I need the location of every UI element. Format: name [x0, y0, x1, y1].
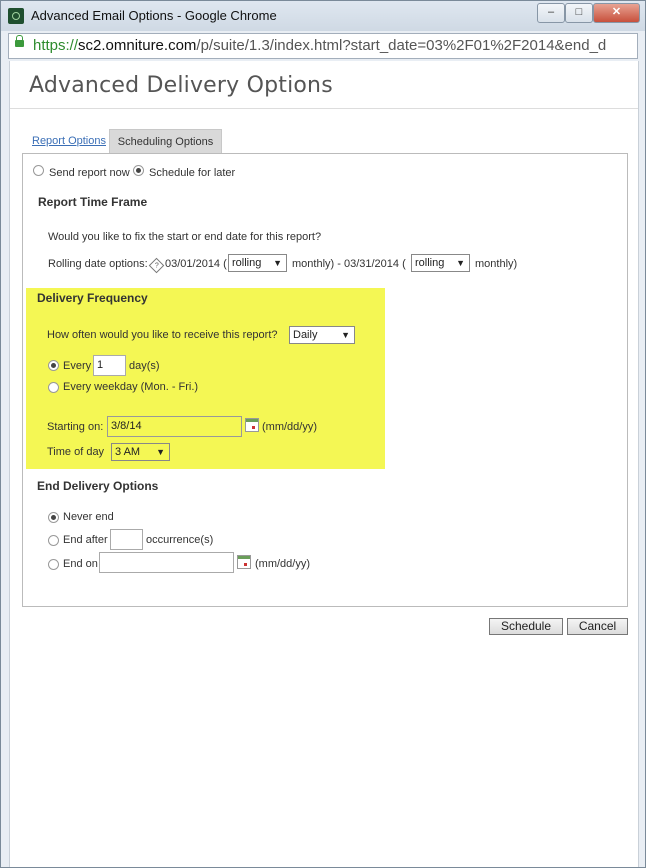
- start-date-format: (mm/dd/yy): [262, 421, 317, 433]
- url-text: https://sc2.omniture.com/p/suite/1.3/ind…: [33, 37, 607, 54]
- chevron-down-icon: ▼: [456, 258, 465, 268]
- end-on-label: End on: [63, 558, 98, 570]
- occurrences-unit-label: occurrence(s): [146, 534, 214, 546]
- frequency-select[interactable]: Daily ▼: [289, 326, 355, 344]
- send-now-label: Send report now: [49, 167, 130, 179]
- every-label: Every: [63, 360, 92, 372]
- calendar-icon[interactable]: [245, 418, 259, 432]
- minimize-button[interactable]: –: [537, 3, 565, 23]
- page-title: Advanced Delivery Options: [29, 73, 333, 98]
- cancel-button[interactable]: Cancel: [567, 618, 628, 635]
- never-end-label: Never end: [63, 511, 114, 523]
- end-delivery-heading: End Delivery Options: [37, 479, 159, 493]
- every-days-input[interactable]: 1: [93, 355, 126, 376]
- chevron-down-icon: ▼: [273, 258, 282, 268]
- every-weekday-radio[interactable]: [48, 382, 59, 393]
- dialog-page: Advanced Delivery Options Report Options…: [9, 61, 639, 867]
- window-title: Advanced Email Options - Google Chrome: [31, 8, 277, 23]
- end-date-format: (mm/dd/yy): [255, 558, 310, 570]
- frequency-question: How often would you like to receive this…: [47, 329, 278, 341]
- tab-report-options[interactable]: Report Options: [32, 135, 106, 147]
- start-rolling-select[interactable]: rolling ▼: [228, 254, 287, 272]
- end-suffix-text: monthly): [475, 258, 518, 270]
- end-after-radio[interactable]: [48, 535, 59, 546]
- tab-scheduling-options[interactable]: Scheduling Options: [109, 129, 222, 154]
- delivery-frequency-highlight: [26, 288, 385, 469]
- time-of-day-select[interactable]: 3 AM ▼: [111, 443, 170, 461]
- address-bar[interactable]: https://sc2.omniture.com/p/suite/1.3/ind…: [8, 33, 638, 59]
- maximize-button[interactable]: □: [565, 3, 593, 23]
- browser-window: Advanced Email Options - Google Chrome –…: [0, 0, 646, 868]
- app-icon: [8, 8, 24, 24]
- start-suffix-text: monthly) - 03/31/2014 (: [292, 258, 406, 270]
- starting-on-label: Starting on:: [47, 421, 104, 433]
- never-end-radio[interactable]: [48, 512, 59, 523]
- time-frame-heading: Report Time Frame: [38, 195, 148, 209]
- delivery-frequency-heading: Delivery Frequency: [37, 291, 148, 305]
- close-button[interactable]: ✕: [593, 3, 640, 23]
- days-unit-label: day(s): [129, 360, 160, 372]
- rolling-options-label: Rolling date options:: [48, 258, 148, 270]
- help-icon[interactable]: ?: [148, 257, 165, 274]
- schedule-button[interactable]: Schedule: [489, 618, 563, 635]
- schedule-later-label: Schedule for later: [149, 167, 236, 179]
- start-date-text: 03/01/2014 (: [165, 258, 227, 270]
- occurrences-input[interactable]: [110, 529, 143, 550]
- chevron-down-icon: ▼: [341, 330, 350, 340]
- divider: [10, 108, 638, 109]
- chevron-down-icon: ▼: [156, 447, 165, 457]
- lock-icon: [15, 35, 24, 47]
- end-after-label: End after: [63, 534, 108, 546]
- time-frame-question: Would you like to fix the start or end d…: [48, 231, 322, 243]
- end-on-radio[interactable]: [48, 559, 59, 570]
- schedule-later-radio[interactable]: [133, 165, 144, 176]
- every-days-radio[interactable]: [48, 360, 59, 371]
- end-rolling-select[interactable]: rolling ▼: [411, 254, 470, 272]
- every-weekday-label: Every weekday (Mon. - Fri.): [63, 381, 199, 393]
- time-of-day-label: Time of day: [47, 446, 105, 458]
- calendar-icon[interactable]: [237, 555, 251, 569]
- title-bar: Advanced Email Options - Google Chrome –…: [1, 1, 645, 31]
- end-date-input[interactable]: [99, 552, 234, 573]
- starting-date-input[interactable]: 3/8/14: [107, 416, 242, 437]
- send-now-radio[interactable]: [33, 165, 44, 176]
